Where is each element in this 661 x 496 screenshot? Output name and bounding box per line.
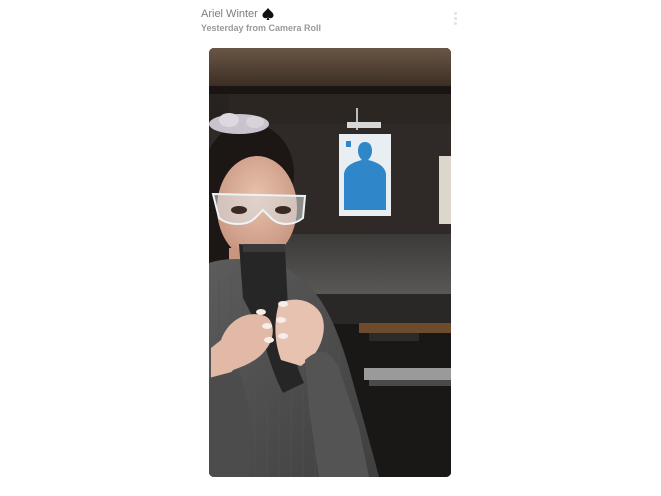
story-author-name[interactable]: Ariel Winter [201, 7, 258, 21]
range-ceiling [209, 48, 451, 88]
story-viewer: Ariel Winter Yesterday from Camera Roll [0, 0, 661, 496]
story-timestamp: Yesterday from Camera Roll [201, 23, 322, 33]
story-header: Ariel Winter Yesterday from Camera Roll [201, 6, 461, 36]
story-photo[interactable] [209, 48, 451, 477]
vertical-ellipsis-icon[interactable] [451, 12, 459, 30]
story-author-row: Ariel Winter [201, 6, 461, 22]
spade-icon [261, 7, 275, 21]
